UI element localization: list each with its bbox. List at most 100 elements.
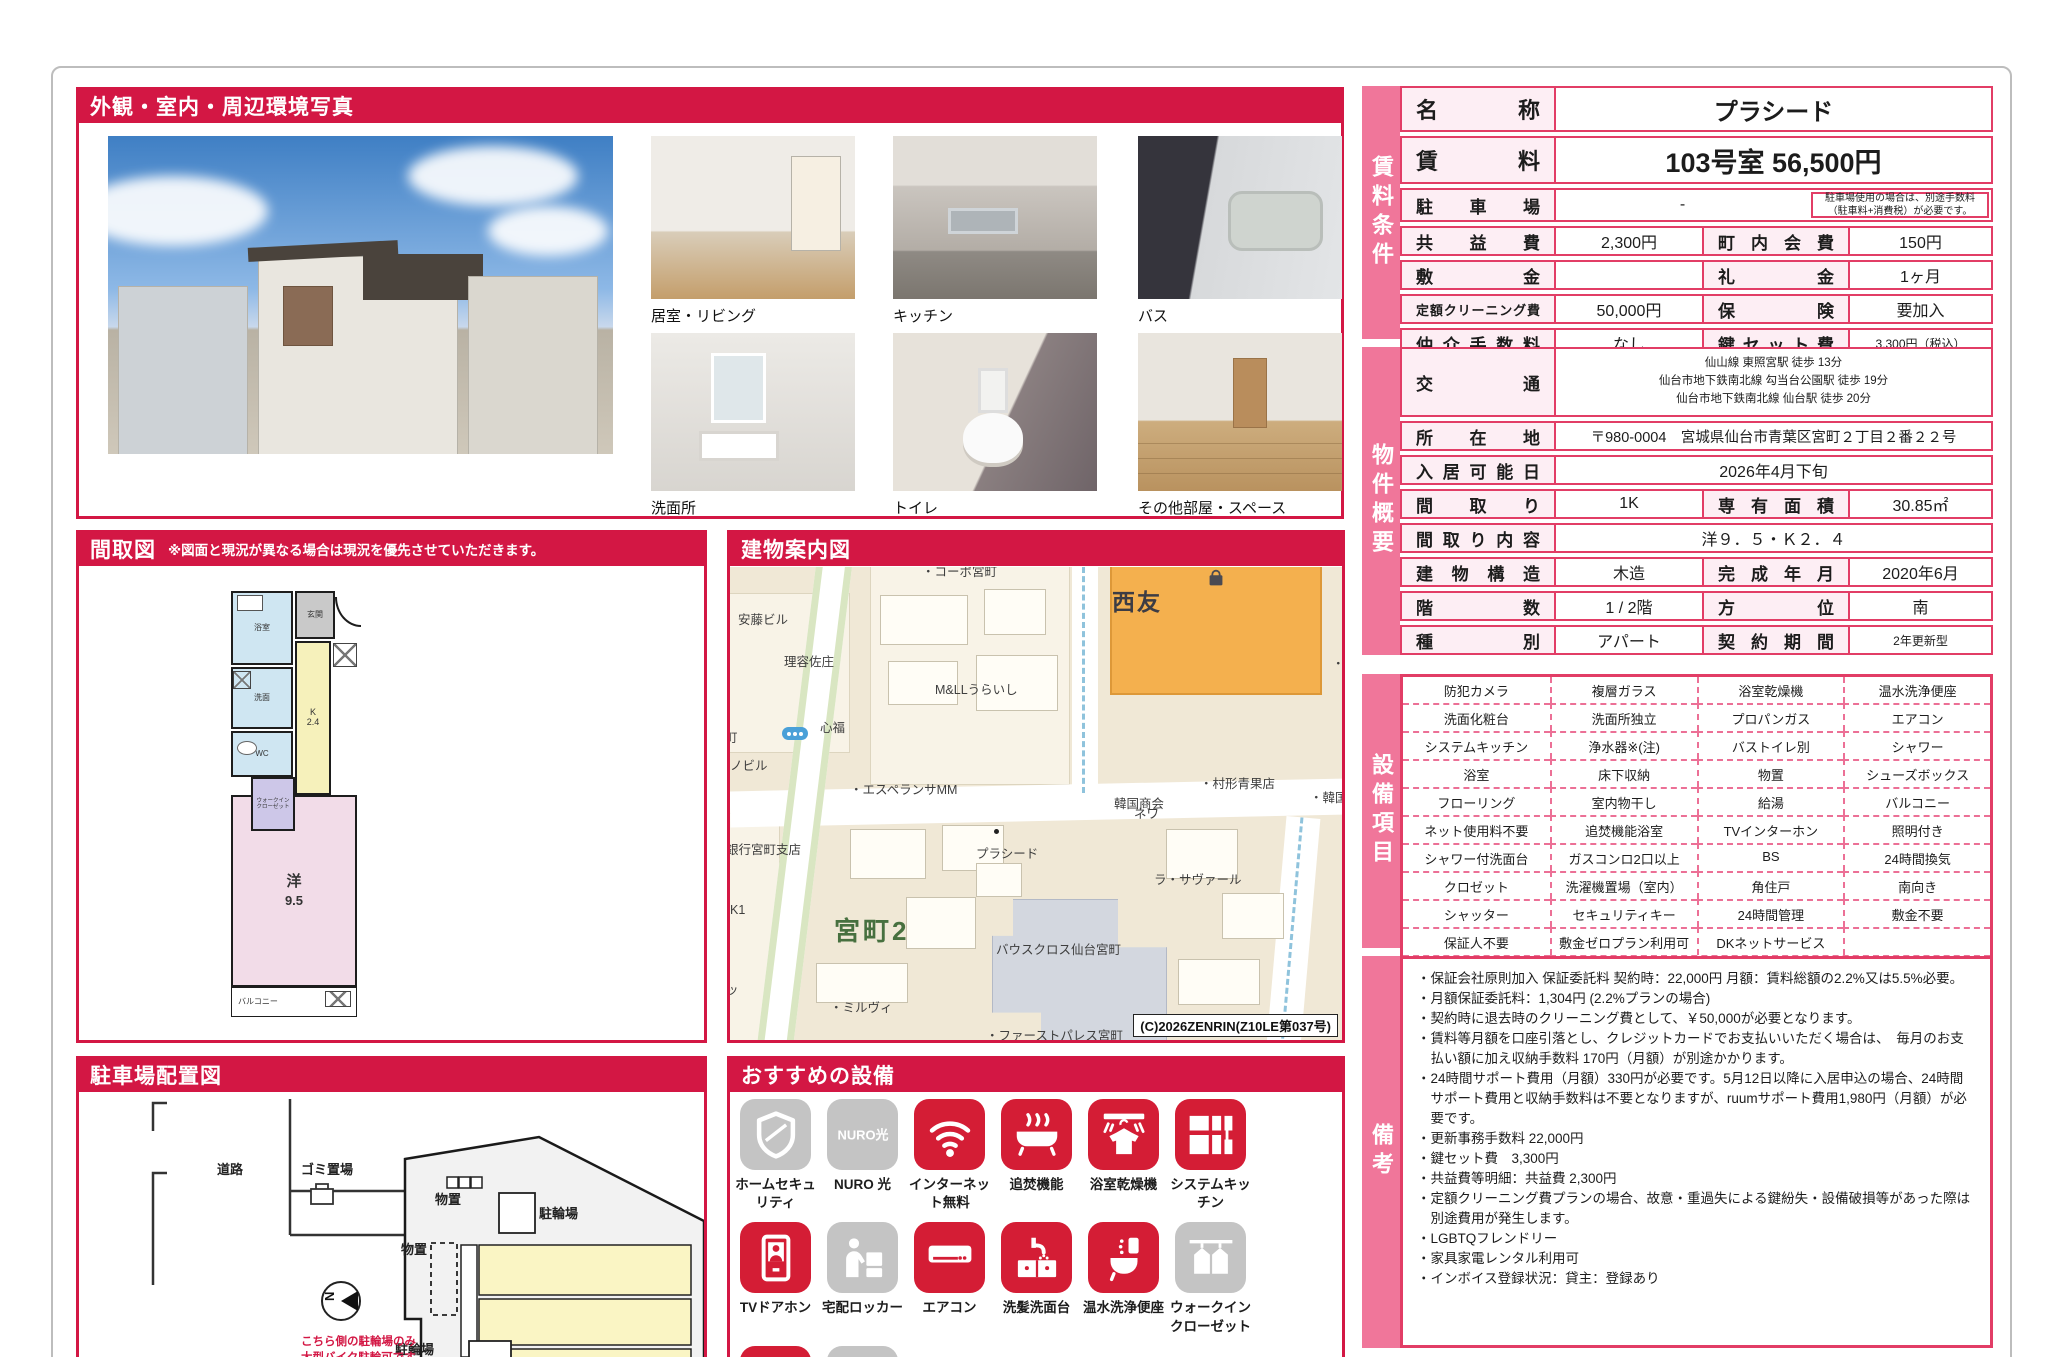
- map-label: 心福: [820, 717, 845, 736]
- overview-label: 建物構造: [1402, 559, 1554, 585]
- overview-layout-value: 洋９．５・Ｋ２．４: [1554, 525, 1991, 551]
- locker-icon: [827, 1222, 898, 1293]
- equipment-cell: クロゼット: [1403, 871, 1550, 899]
- overview-table: 交通 仙山線 東照宮駅 徒歩 13分 仙台市地下鉄南北線 勾当台公園駅 徒歩 1…: [1400, 347, 1993, 659]
- equipment-tile-locker: 宅配ロッカー: [819, 1222, 906, 1335]
- equipment-cell: ガスコンロ2口以上: [1550, 843, 1697, 871]
- parking-diagram-drawing: N: [79, 1093, 704, 1357]
- equipment-sidebar: 設備項目: [1362, 674, 1400, 948]
- equipment-table: 防犯カメラ複層ガラス浴室乾燥機温水洗浄便座洗面化粧台洗面所独立プロパンガスエアコ…: [1400, 674, 1993, 988]
- map-label: K1: [730, 903, 745, 917]
- shopping-bag-icon: [1205, 567, 1227, 589]
- remark-line: ・月額保証委託料：1,304円 (2.2%プランの場合): [1417, 989, 1976, 1009]
- map-label: 安藤ビル: [738, 609, 788, 628]
- overview-area-value: 30.85㎡: [1848, 491, 1991, 517]
- remark-line: ・鍵セット費 3,300円: [1417, 1149, 1976, 1169]
- overview-label: 方位: [1702, 593, 1848, 619]
- remark-line: ・LGBTQフレンドリー: [1417, 1229, 1976, 1249]
- equipment-cell: バルコニー: [1843, 787, 1990, 815]
- equipment-cell: 物置: [1697, 759, 1844, 787]
- rent-sidebar: 賃料条件: [1362, 86, 1400, 339]
- equipment-cell: 24時間管理: [1697, 899, 1844, 927]
- map-label: ・お: [1332, 653, 1342, 672]
- equipment-tile-washlet: 温水洗浄便座: [1080, 1222, 1167, 1335]
- equipment-cell: 給湯: [1697, 787, 1844, 815]
- equipment-tile-aircon: エアコン: [906, 1222, 993, 1335]
- floorplan-section-title: 間取図: [90, 534, 156, 564]
- exterior-photo: [108, 136, 613, 454]
- overview-movein-label: 入居可能日: [1402, 457, 1554, 483]
- remark-line: ・更新事務手数料 22,000円: [1417, 1129, 1976, 1149]
- equipment-tile-paw: ペット可: [819, 1346, 906, 1357]
- rent-parking-value: -: [1554, 190, 1809, 220]
- bath-photo: [1138, 136, 1342, 299]
- equipment-grid: 防犯カメラ複層ガラス浴室乾燥機温水洗浄便座洗面化粧台洗面所独立プロパンガスエアコ…: [1403, 677, 1990, 985]
- overview-label: 階数: [1402, 593, 1554, 619]
- reheat-icon: [1001, 1099, 1072, 1170]
- area-map: 西友 安藤ビル理容佐庄・コーポ宮町M&LLうらいし心福町ノビル・エスペランサMM…: [730, 567, 1342, 1040]
- map-label: ・エスペランサMM: [850, 779, 957, 798]
- equipment-cell: 敷金ゼロプラン利用可: [1550, 927, 1697, 955]
- equipment-tile-doorphone: TVドアホン: [732, 1222, 819, 1335]
- equipment-cell: プロパンガス: [1697, 703, 1844, 731]
- equipment-cell: 角住戸: [1697, 871, 1844, 899]
- shield-icon: [740, 1099, 811, 1170]
- parking-bike-top-label: 駐輪場: [539, 1203, 578, 1222]
- equipment-tile-wic: ウォークインクローゼット: [1167, 1222, 1254, 1335]
- svg-text:NURO光: NURO光: [837, 1127, 888, 1142]
- equipment-tile-label: 宅配ロッカー: [821, 1299, 905, 1317]
- floorplan-kitchen: K2.4: [295, 641, 331, 795]
- wifi-icon: [914, 1099, 985, 1170]
- equipment-cell: 洗濯機置場（室内）: [1550, 871, 1697, 899]
- remarks-box: ・保証会社原則加入 保証委託料 契約時：22,000円 月額：賃料総額の2.2%…: [1400, 956, 1993, 1348]
- equipment-cell: 保証人不要: [1403, 927, 1550, 955]
- equipment-tile-label: TVドアホン: [734, 1299, 818, 1317]
- parking-note-line2: 大型バイク駐輪可です: [301, 1349, 416, 1357]
- map-section-header: 建物案内図: [729, 532, 1343, 566]
- equipment-tile-label: NURO 光: [821, 1176, 905, 1194]
- floorplan-section: 間取図 ※図面と現況が異なる場合は現況を優先させていただきます。 浴室 玄関 K…: [76, 530, 707, 1043]
- remark-line: ・家具家電レンタル利用可: [1417, 1249, 1976, 1269]
- entrance-door-arc: [335, 597, 361, 627]
- remark-line: ・共益費等明細：共益費 2,300円: [1417, 1169, 1976, 1189]
- photo-caption: バス: [1138, 305, 1168, 326]
- rent-label: 保険: [1702, 296, 1848, 322]
- rent-parking-label: 駐車場: [1402, 190, 1554, 220]
- equipment-cell: 24時間換気: [1843, 843, 1990, 871]
- equipment-cell: セキュリティキー: [1550, 899, 1697, 927]
- equipment-tile-nuro: NURO光 NURO 光: [819, 1099, 906, 1212]
- map-label: ラ・サヴァール: [1154, 869, 1242, 888]
- overview-row: 建物構造木造完成年月2020年6月: [1400, 557, 1993, 587]
- photo-caption: その他部屋・スペース: [1138, 497, 1286, 518]
- overview-value: 2020年6月: [1848, 559, 1991, 585]
- overview-value: 南: [1848, 593, 1991, 619]
- parking-section-header: 駐車場配置図: [78, 1058, 705, 1092]
- equipment-tile-label: システムキッチン: [1169, 1176, 1253, 1212]
- dryer-icon: [1088, 1099, 1159, 1170]
- rent-value: 要加入: [1848, 296, 1991, 322]
- rent-parking-note: 駐車場使用の場合は、別途手数料（駐車料+消費税）が必要です。: [1811, 192, 1989, 218]
- overview-label: 契約期間: [1702, 627, 1848, 653]
- parking-section: 駐車場配置図: [76, 1056, 707, 1357]
- map-label: バウスクロス仙台宮町: [996, 939, 1121, 958]
- sink-icon: [1001, 1222, 1072, 1293]
- equipment-tile-label: 洗髪洗面台: [995, 1299, 1079, 1317]
- equipment-cell: 洗面所独立: [1550, 703, 1697, 731]
- map-section: 建物案内図 西友: [727, 530, 1345, 1043]
- map-label: ネワ: [1134, 803, 1159, 822]
- equipment-cell: 防犯カメラ: [1403, 677, 1550, 703]
- cctv-icon: [740, 1346, 811, 1357]
- rent-label: 定額クリーニング費: [1402, 296, 1554, 322]
- wic-icon: [1175, 1222, 1246, 1293]
- equipment-cell: 床下収納: [1550, 759, 1697, 787]
- map-label: 銀行宮町支店: [730, 839, 801, 858]
- equipment-cell: バストイレ別: [1697, 731, 1844, 759]
- washlet-icon: [1088, 1222, 1159, 1293]
- equipment-tile-label: 浴室乾燥機: [1082, 1176, 1166, 1194]
- overview-movein-value: 2026年4月下旬: [1554, 457, 1991, 483]
- rent-label: 共益費: [1402, 228, 1554, 254]
- kitchen-photo: [893, 136, 1097, 299]
- floorplan-wc: WC: [231, 731, 293, 777]
- aircon-icon: [914, 1222, 985, 1293]
- map-label: 理容佐庄: [784, 651, 834, 670]
